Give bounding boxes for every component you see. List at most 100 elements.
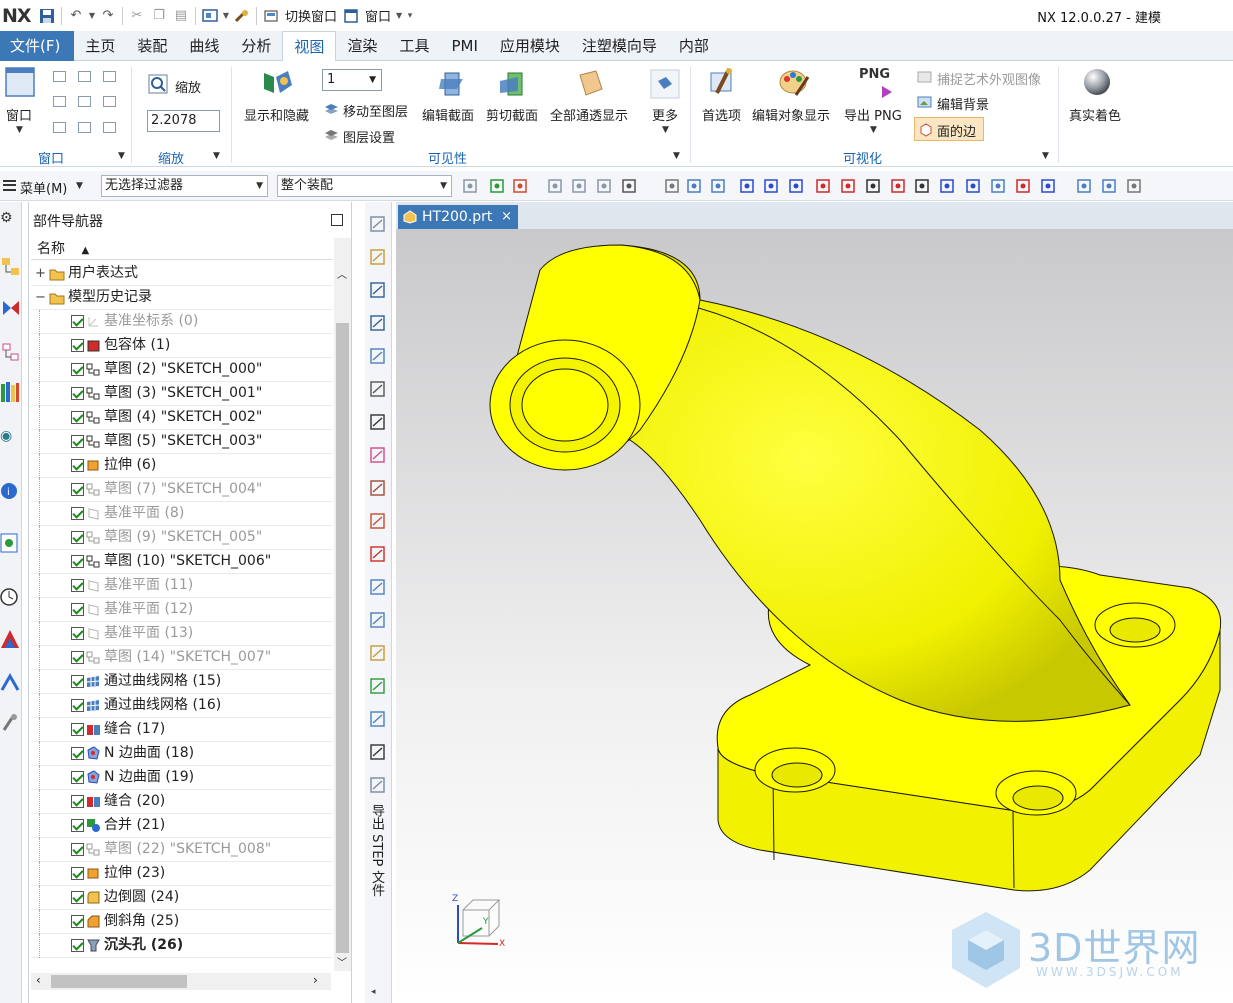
visibility-checkbox[interactable] [71,723,84,736]
control-point-icon[interactable] [788,178,804,194]
delete-icon[interactable] [368,412,388,432]
visibility-checkbox[interactable] [71,699,84,712]
plane-cut-icon[interactable] [368,577,388,597]
tree-row[interactable]: 草图 (9) "SKETCH_005" [31,526,333,550]
window-large-icon[interactable] [5,67,35,101]
tab-8[interactable]: PMI [440,31,488,61]
group-expand-icon[interactable]: ▼ [1042,151,1049,161]
visibility-checkbox[interactable] [71,891,84,904]
mid-point-icon[interactable] [763,178,779,194]
move-face-icon[interactable] [368,676,388,696]
tree-row[interactable]: 拉伸 (6) [31,454,333,478]
tab-11[interactable]: 内部 [668,31,720,61]
tree-row[interactable]: 基准平面 (8) [31,502,333,526]
tab-7[interactable]: 工具 [388,31,440,61]
shaded-icon[interactable] [664,178,680,194]
visibility-checkbox[interactable] [71,531,84,544]
wireframe-icon[interactable] [710,178,726,194]
window-menu-button[interactable]: 窗口 [365,6,391,25]
tree-row[interactable]: 合并 (21) [31,814,333,838]
scroll-up-icon[interactable]: ︿ [337,266,347,281]
transform-icon[interactable] [368,379,388,399]
edit-section-button[interactable]: 编辑截面 [422,105,474,124]
visibility-checkbox[interactable] [71,387,84,400]
fit-icon[interactable] [990,178,1006,194]
zoom-icon[interactable] [148,74,168,98]
view-orient-icon[interactable] [1126,178,1142,194]
offset-face-icon[interactable] [368,445,388,465]
section-icon[interactable] [368,709,388,729]
chevron-down-icon[interactable]: ▼ [870,125,877,135]
tree-row[interactable]: 基准平面 (11) [31,574,333,598]
edit-icon[interactable] [368,346,388,366]
measure-icon[interactable] [368,742,388,762]
assembly-navigator-icon[interactable] [1,256,21,282]
web-browser-icon[interactable]: i [0,480,20,506]
tree-row[interactable]: 草图 (22) "SKETCH_008" [31,838,333,862]
tree-row[interactable]: 沉头孔 (26) [31,934,333,958]
polygon-select-icon[interactable] [596,178,612,194]
true-shading-button[interactable]: 真实着色 [1069,105,1121,124]
tab-1[interactable]: 主页 [74,31,126,61]
zoom-value-field[interactable]: 2.2078 [147,110,220,132]
tree-row[interactable]: 通过曲线网格 (16) [31,694,333,718]
tab-5[interactable]: 视图 [282,31,337,62]
visibility-checkbox[interactable] [71,411,84,424]
tree-row[interactable]: 草图 (5) "SKETCH_003" [31,430,333,454]
switch-window-button[interactable]: 切换窗口 [285,6,337,25]
tree-row[interactable]: 缝合 (17) [31,718,333,742]
perspective-icon[interactable] [1101,178,1117,194]
clip-section-icon[interactable] [498,69,528,103]
export-step-icon[interactable] [368,775,388,795]
bounded-grid-icon[interactable] [965,178,981,194]
pan-icon[interactable] [1076,178,1092,194]
process-studio-icon[interactable] [0,672,20,698]
visibility-checkbox[interactable] [71,771,84,784]
shaded-edges-icon[interactable] [686,178,702,194]
layout-top-icon[interactable] [103,71,116,82]
tree-row[interactable]: 缝合 (20) [31,790,333,814]
edit-object-display-button[interactable]: 编辑对象显示 [752,105,830,124]
layout-six-icon[interactable] [78,122,91,133]
selection-priority-icon[interactable] [462,178,478,194]
edit-object-display-icon[interactable] [778,67,810,103]
undo-icon[interactable]: ↶ [65,5,87,27]
more-button[interactable]: 更多 [652,105,678,124]
layer-settings-button[interactable]: 图层设置 [343,127,395,146]
cut-icon[interactable]: ✂ [126,5,148,27]
part-navigator-icon[interactable] [1,342,21,368]
preferences-icon[interactable] [707,67,737,103]
maximize-icon[interactable] [331,214,343,226]
column-header-name[interactable]: 名称 ▲ [31,238,333,260]
visibility-checkbox[interactable] [71,363,84,376]
save-as-icon[interactable] [368,313,388,333]
all-through-icon[interactable] [576,69,606,103]
point-on-face-icon[interactable] [939,178,955,194]
expand-icon[interactable]: + [35,262,46,285]
touch-mode-icon[interactable] [199,5,221,27]
layout-right-icon[interactable] [103,96,116,107]
edit-background-icon[interactable] [917,95,932,113]
layout-four-icon[interactable] [53,96,66,107]
tab-10[interactable]: 注塑模向导 [571,31,668,61]
layer-settings-icon[interactable] [324,127,339,145]
layout-left-icon[interactable] [78,96,91,107]
expand-left-icon[interactable]: ◂ [371,987,376,997]
save-icon[interactable] [36,5,58,27]
scroll-left-icon[interactable]: ‹ [36,973,41,987]
scrollbar-thumb[interactable] [336,323,349,953]
edit-section-icon[interactable] [437,69,467,103]
all-through-button[interactable]: 全部通透显示 [550,105,628,124]
visibility-checkbox[interactable] [71,675,84,688]
scrollbar-thumb[interactable] [51,975,187,988]
document-tab[interactable]: HT200.prt × [398,205,518,229]
open-file-icon[interactable] [368,247,388,267]
visibility-checkbox[interactable] [71,507,84,520]
tree-row[interactable]: 草图 (3) "SKETCH_001" [31,382,333,406]
paste-icon[interactable]: ▤ [170,5,192,27]
group-expand-icon[interactable]: ▼ [118,151,125,161]
show-hide-button[interactable]: 显示和隐藏 [244,105,309,124]
visibility-checkbox[interactable] [71,651,84,664]
show-hide-icon[interactable] [262,69,294,101]
window-button[interactable]: 窗口 [6,105,32,124]
